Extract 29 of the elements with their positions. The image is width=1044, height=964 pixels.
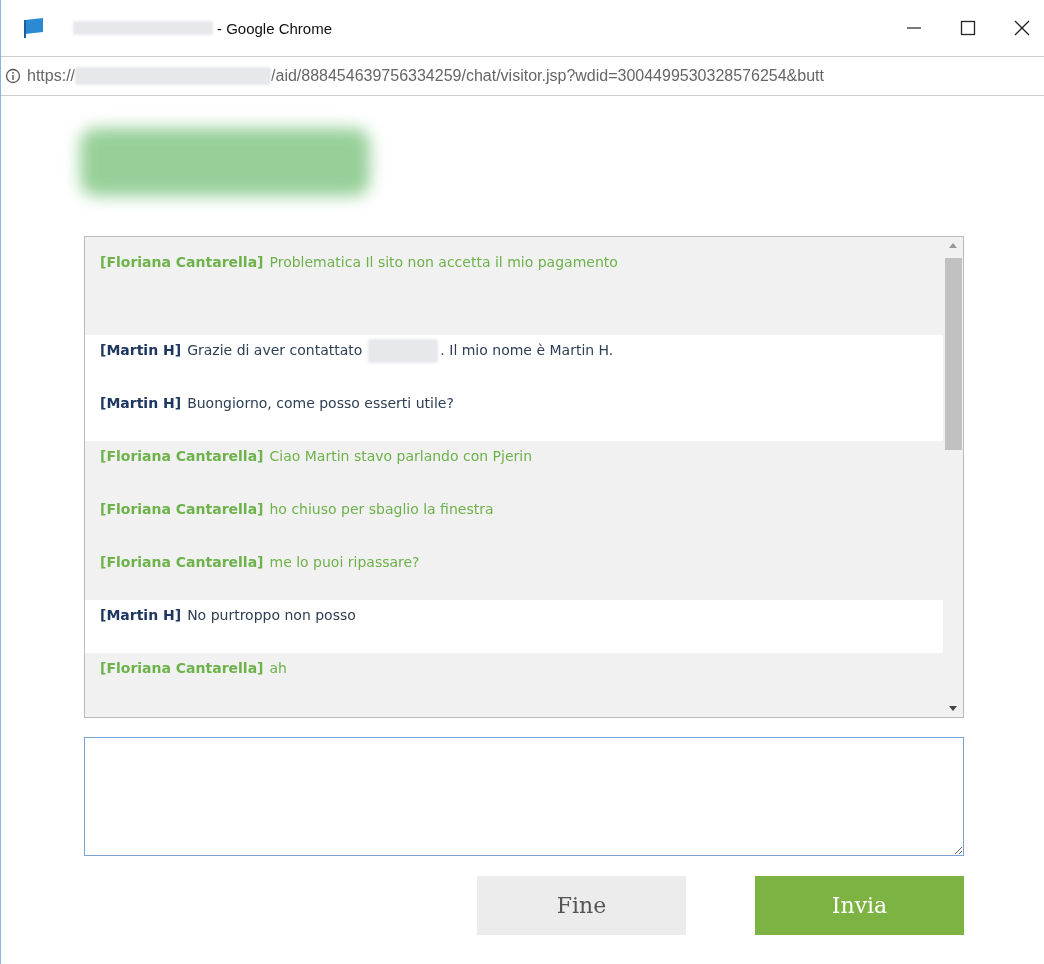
flag-icon [23,18,45,38]
message-text: Grazie di aver contattato [187,342,363,358]
message-author: [Floriana Cantarella] [100,501,264,517]
message-author: [Martin H] [100,607,182,623]
chat-button[interactable]: Fine [477,876,686,935]
message-text: me lo puoi ripassare? [269,554,420,570]
message-author: [Floriana Cantarella] [100,660,264,676]
message-input[interactable] [84,737,964,856]
message-text: No purtroppo non posso [187,607,356,623]
scroll-up-icon[interactable] [949,243,957,248]
info-icon[interactable] [5,68,21,84]
window-title: - Google Chrome [217,19,333,37]
message-author: [Floriana Cantarella] [100,554,264,570]
message-author: [Martin H] [100,395,182,411]
message-author: [Floriana Cantarella] [100,448,264,464]
url-scheme: https:// [27,67,76,85]
scroll-thumb[interactable] [944,258,962,450]
message-text: ho chiuso per sbaglio la finestra [269,501,494,517]
message-text: Problematica Il sito non accetta il mio pagamento [269,254,618,270]
url-path: /aid/888454639756334259/chat/visitor.jsp?wdid=3004499530328576254&butt [271,67,824,85]
message-text: ah [269,660,287,676]
message-author: [Floriana Cantarella] [100,254,264,270]
message-author: [Martin H] [100,342,182,358]
close-icon[interactable] [1014,20,1030,36]
maximize-icon[interactable] [960,20,976,36]
message-text: Buongiorno, come posso esserti utile? [187,395,454,411]
message-text: . Il mio nome è Martin H. [440,342,614,358]
scroll-down-icon[interactable] [949,706,957,711]
message-text: Ciao Martin stavo parlando con Pjerin [269,448,533,464]
